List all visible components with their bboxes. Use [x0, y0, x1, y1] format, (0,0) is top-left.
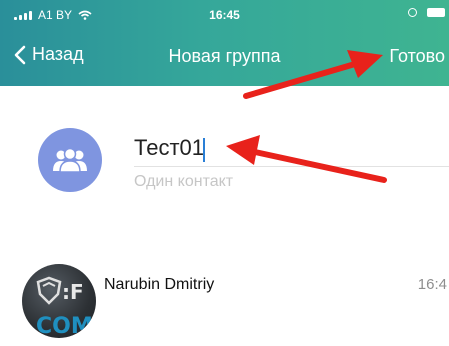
page-title: Новая группа: [168, 46, 281, 66]
shield-icon: [36, 276, 62, 305]
contact-time: 16:4: [417, 276, 447, 293]
header-bar: A1 BY 16:45 Назад Новая группа Готово: [0, 0, 449, 86]
text-caret: [203, 138, 205, 162]
status-time: 16:45: [209, 8, 240, 22]
battery-icon: [427, 8, 445, 17]
people-group-icon: [53, 147, 87, 173]
orientation-lock-icon: [408, 8, 417, 17]
done-button[interactable]: Готово: [389, 46, 445, 67]
group-info-row: Один контакт: [0, 118, 449, 208]
status-bar: A1 BY 16:45: [0, 8, 449, 28]
status-indicators: [408, 8, 445, 17]
navigation-bar: Назад Новая группа Готово: [0, 36, 449, 76]
group-avatar[interactable]: [38, 128, 102, 192]
member-count: Один контакт: [134, 173, 234, 190]
contact-row[interactable]: :F COM Narubin Dmitriy 16:4: [0, 256, 449, 346]
contact-name: Narubin Dmitriy: [104, 276, 215, 293]
avatar-logo-text: :F: [62, 280, 84, 304]
avatar: :F COM: [22, 264, 96, 338]
group-name-input[interactable]: [134, 132, 449, 164]
input-underline: [134, 166, 449, 167]
avatar-logo-text-bottom: COM: [36, 314, 93, 338]
